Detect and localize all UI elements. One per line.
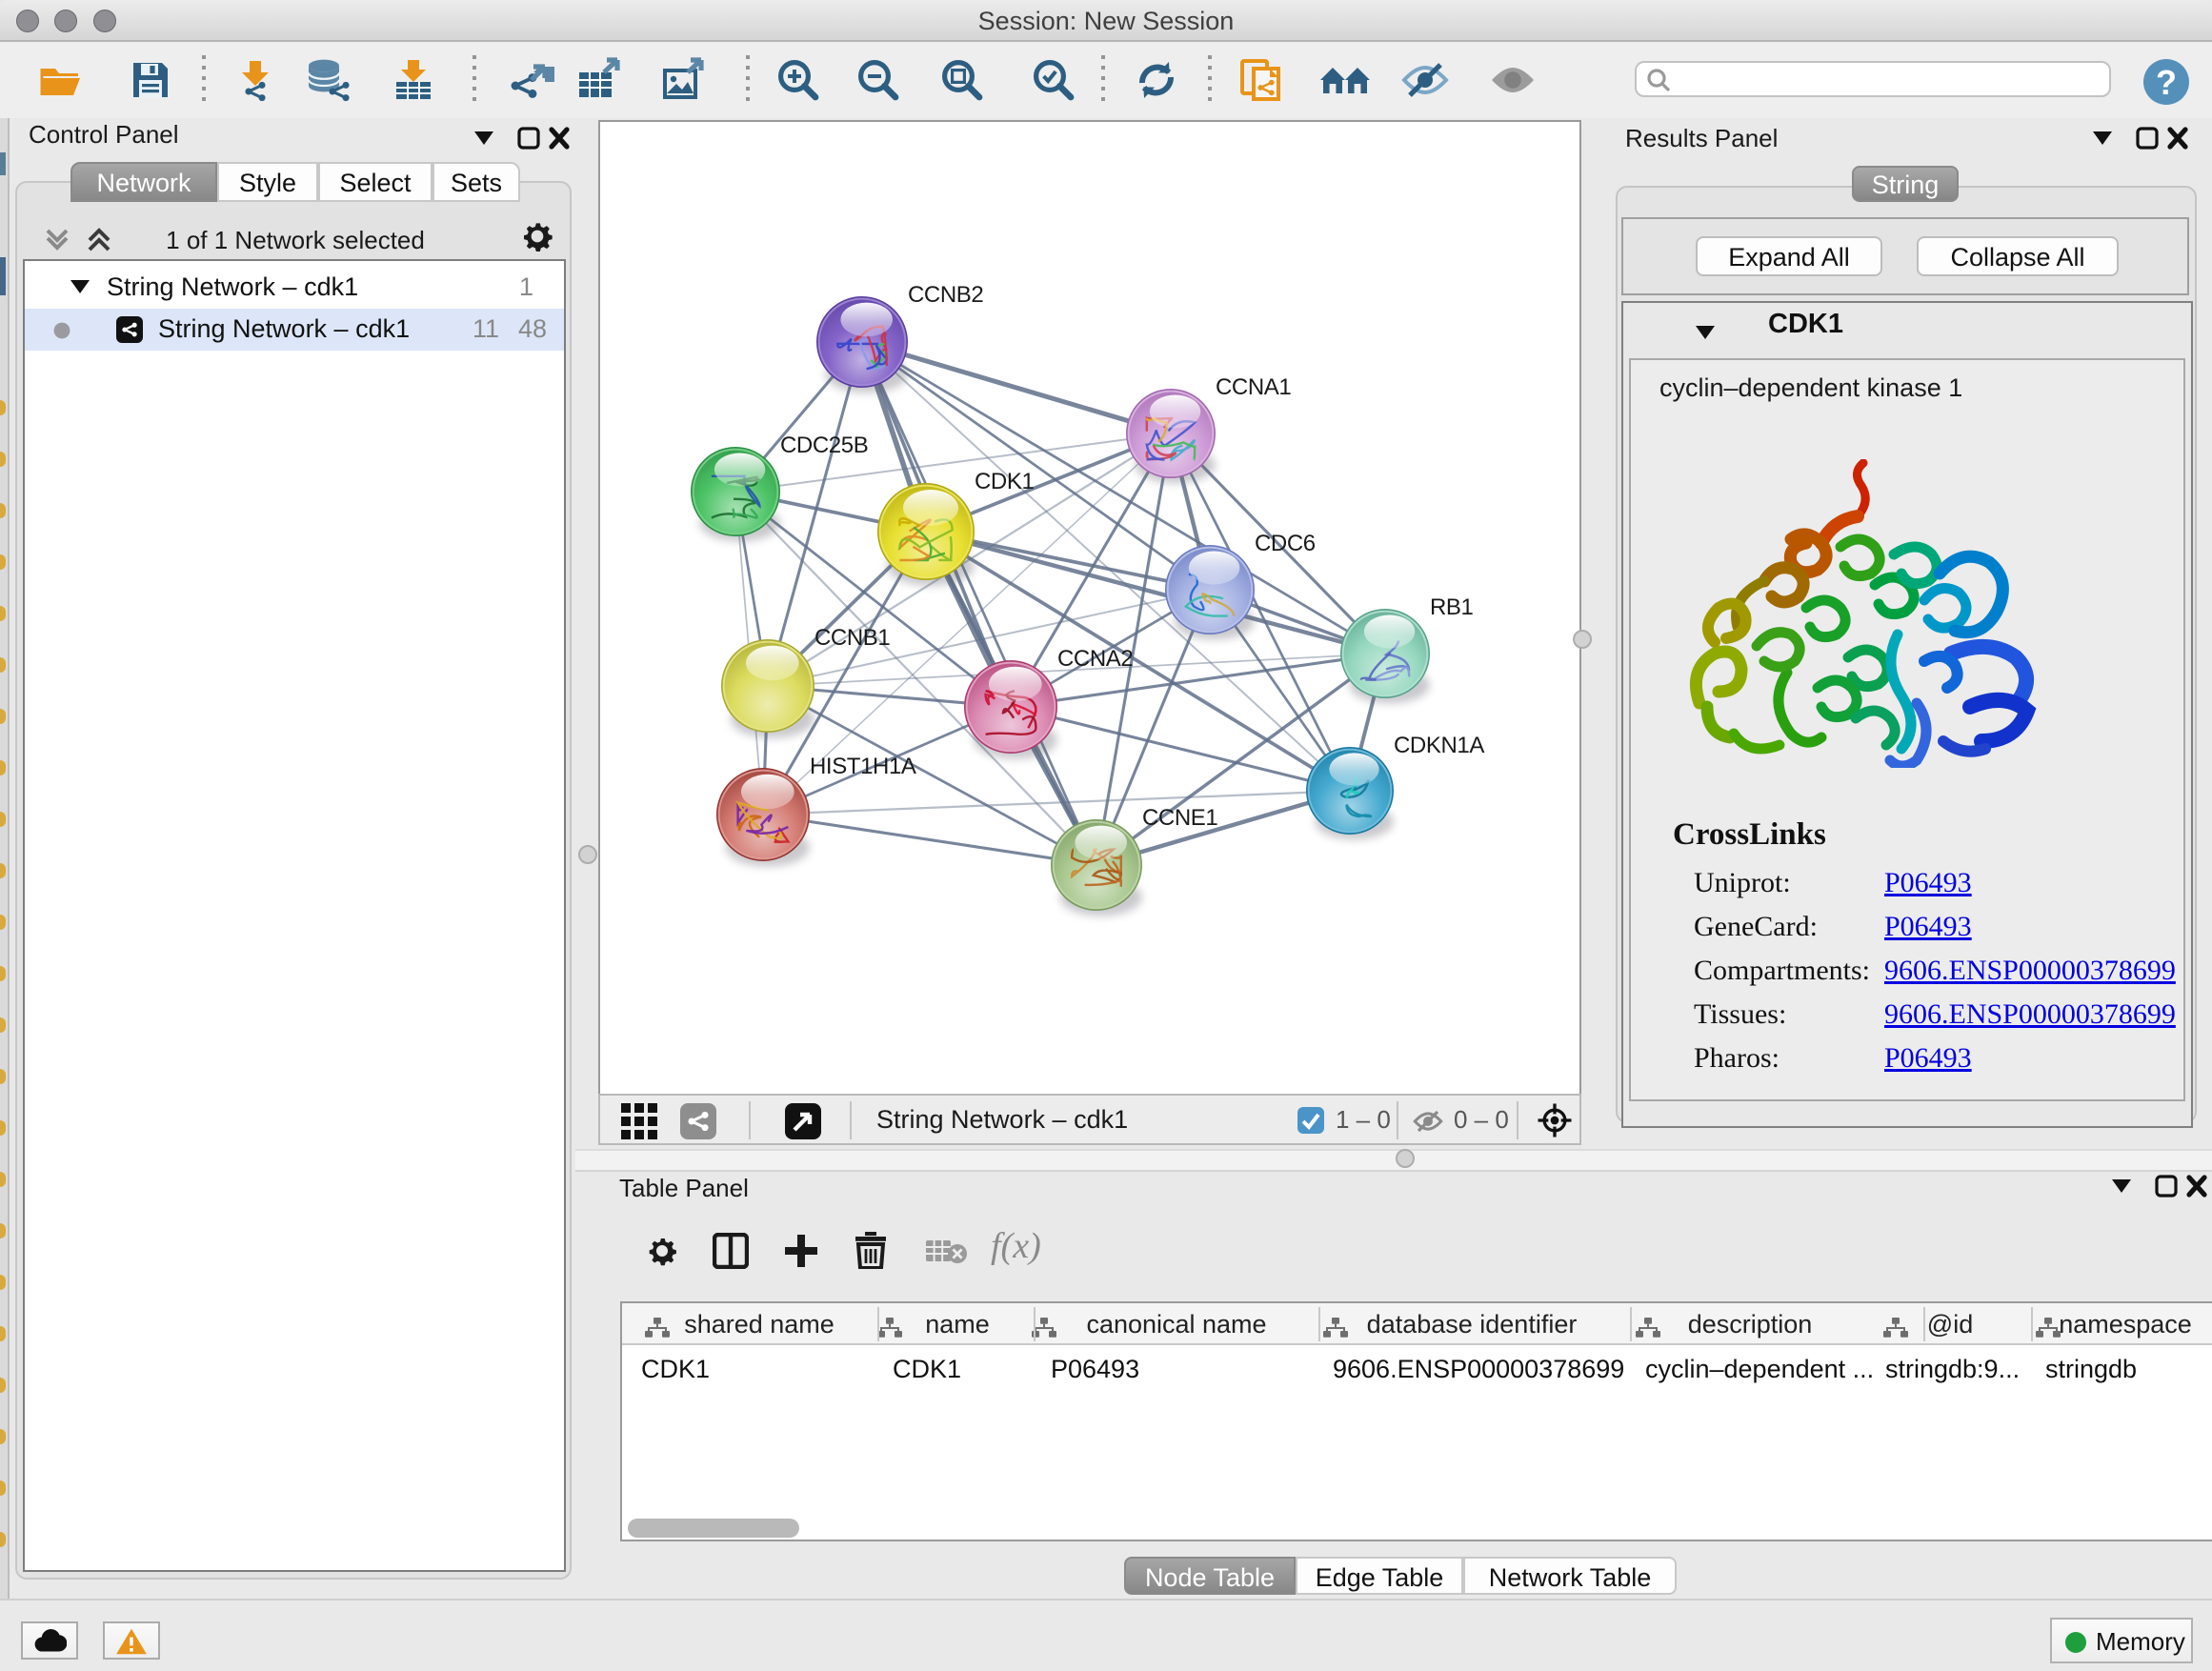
svg-text:?: ?: [2156, 63, 2177, 102]
svg-text:CDKN1A: CDKN1A: [1394, 733, 1484, 758]
svg-text:CDC6: CDC6: [1255, 531, 1316, 556]
svg-text:CCNA2: CCNA2: [1057, 646, 1133, 672]
svg-text:CDK1: CDK1: [975, 469, 1034, 494]
svg-text:RB1: RB1: [1430, 594, 1474, 620]
svg-text:CCNE1: CCNE1: [1142, 805, 1217, 831]
svg-text:CDC25B: CDC25B: [780, 433, 868, 458]
svg-text:CCNB1: CCNB1: [814, 625, 890, 651]
svg-text:CCNB2: CCNB2: [908, 282, 983, 308]
svg-text:CCNA1: CCNA1: [1216, 374, 1291, 400]
svg-text:HIST1H1A: HIST1H1A: [810, 754, 916, 779]
